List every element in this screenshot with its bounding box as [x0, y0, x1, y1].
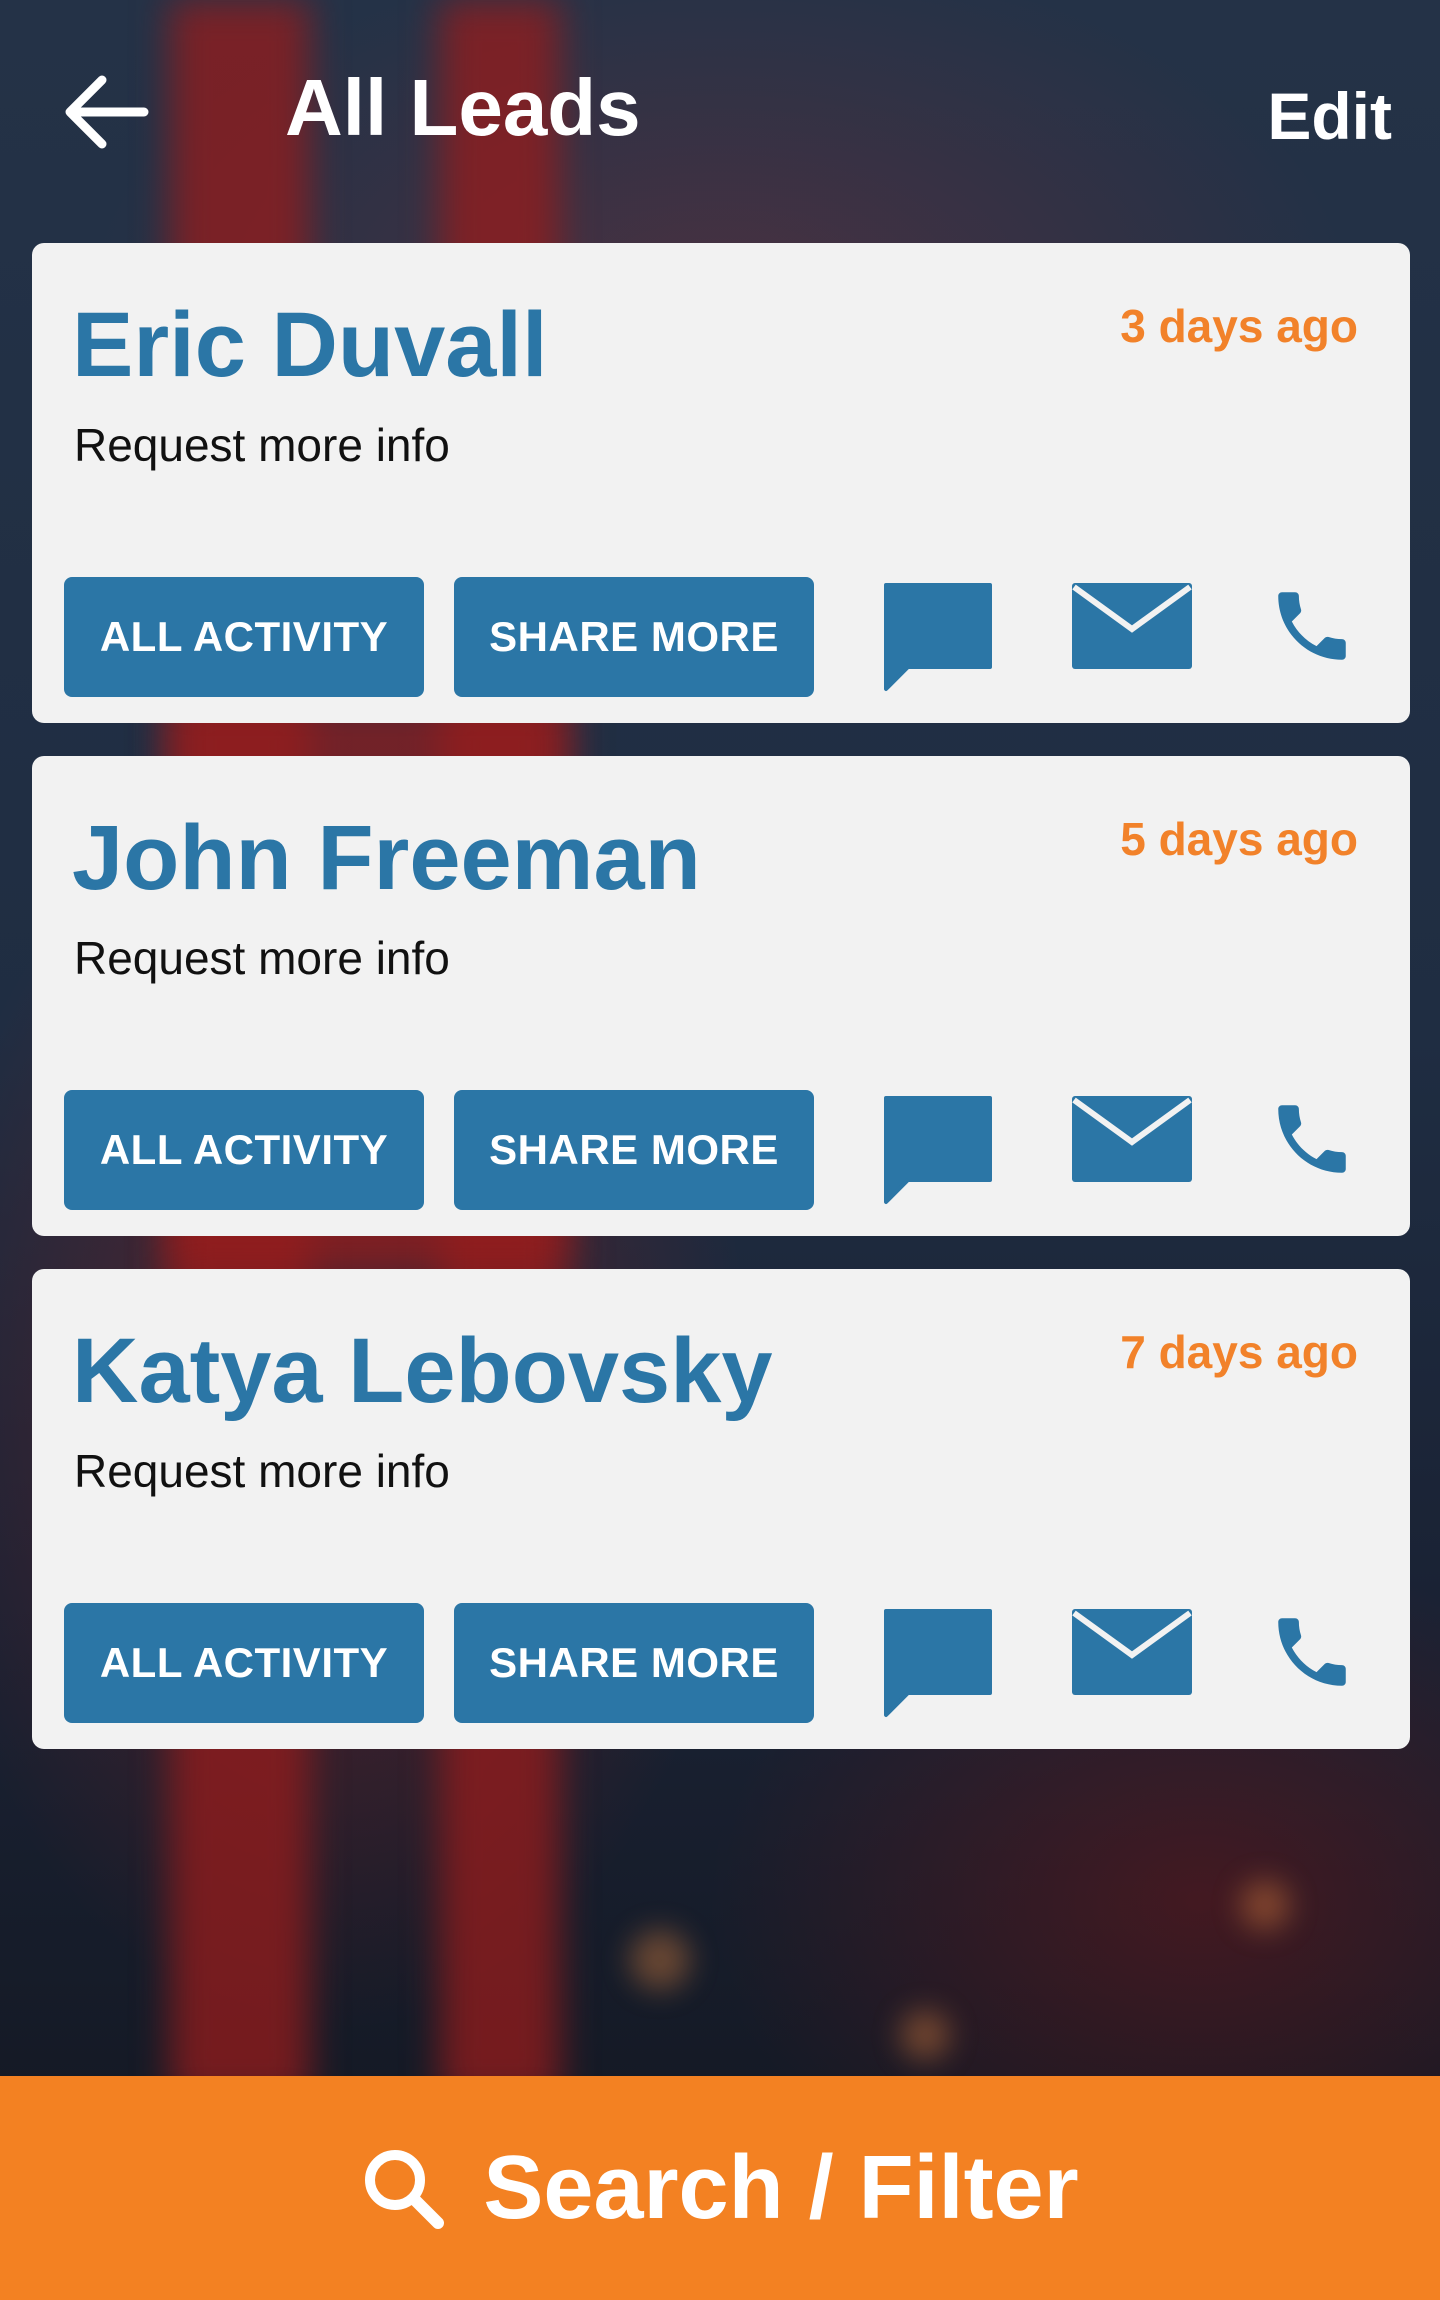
lead-time: 3 days ago [1120, 300, 1358, 352]
chat-bubble-icon[interactable] [882, 1607, 994, 1719]
chat-bubble-icon[interactable] [882, 1094, 994, 1206]
lead-card[interactable]: Eric Duvall 3 days ago Request more info… [32, 243, 1410, 723]
phone-icon[interactable] [1267, 1607, 1357, 1697]
search-filter-button[interactable]: Search / Filter [0, 2076, 1440, 2300]
envelope-icon[interactable] [1070, 1607, 1194, 1697]
share-more-button[interactable]: SHARE MORE [454, 577, 814, 697]
all-activity-button[interactable]: ALL ACTIVITY [64, 1090, 424, 1210]
edit-button[interactable]: Edit [1267, 78, 1392, 154]
all-activity-button[interactable]: ALL ACTIVITY [64, 577, 424, 697]
back-button[interactable] [60, 72, 150, 152]
page-title: All Leads [285, 63, 641, 152]
lead-time: 5 days ago [1120, 813, 1358, 865]
search-filter-label: Search / Filter [483, 2137, 1079, 2238]
lead-name[interactable]: Eric Duvall [72, 293, 548, 398]
lead-name[interactable]: John Freeman [72, 806, 701, 911]
lead-time: 7 days ago [1120, 1326, 1358, 1378]
lead-name[interactable]: Katya Lebovsky [72, 1319, 773, 1424]
phone-icon[interactable] [1267, 581, 1357, 671]
envelope-icon[interactable] [1070, 581, 1194, 671]
share-more-button[interactable]: SHARE MORE [454, 1603, 814, 1723]
share-more-button[interactable]: SHARE MORE [454, 1090, 814, 1210]
lead-status: Request more info [74, 419, 450, 471]
lead-card[interactable]: John Freeman 5 days ago Request more inf… [32, 756, 1410, 1236]
app-header: All Leads Edit [0, 0, 1440, 240]
all-activity-button[interactable]: ALL ACTIVITY [64, 1603, 424, 1723]
lead-status: Request more info [74, 1445, 450, 1497]
lead-status: Request more info [74, 932, 450, 984]
chat-bubble-icon[interactable] [882, 581, 994, 693]
arrow-left-icon [65, 75, 149, 149]
search-icon [365, 2150, 445, 2229]
lead-card[interactable]: Katya Lebovsky 7 days ago Request more i… [32, 1269, 1410, 1749]
phone-icon[interactable] [1267, 1094, 1357, 1184]
envelope-icon[interactable] [1070, 1094, 1194, 1184]
